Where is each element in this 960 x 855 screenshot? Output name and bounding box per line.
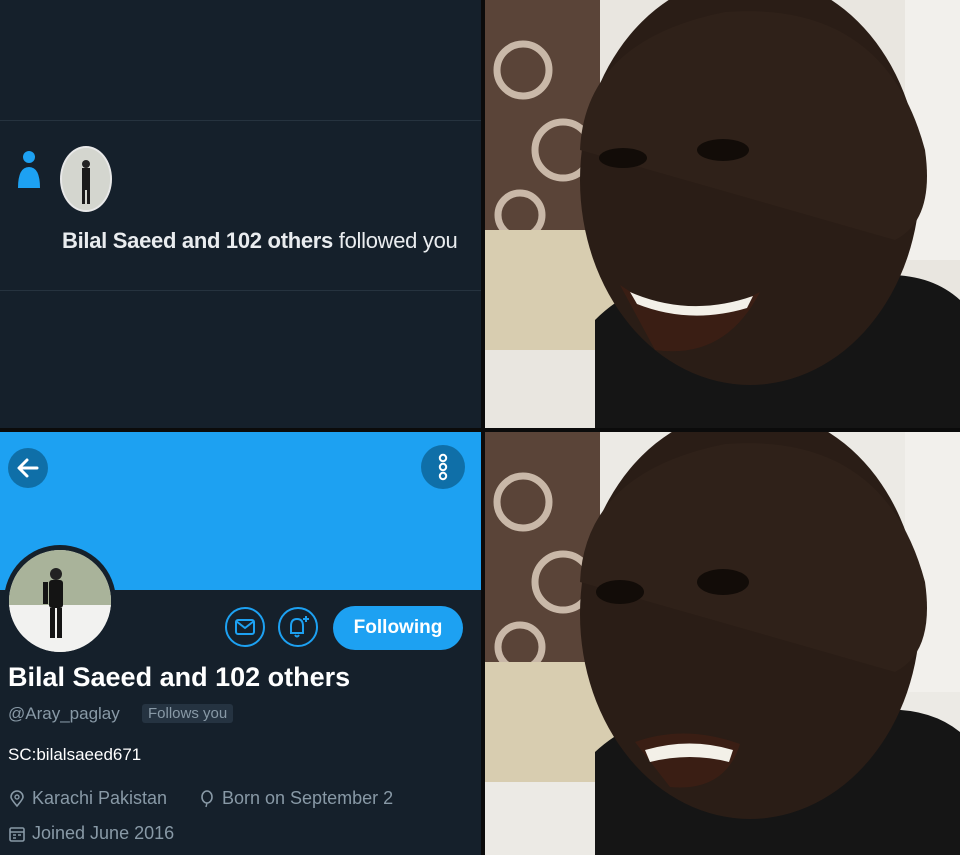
profile-joined: Joined June 2016 (8, 823, 174, 844)
profile-handle: @Aray_paglay (8, 704, 120, 723)
balloon-icon (201, 789, 213, 807)
notification-actor: Bilal Saeed (62, 228, 177, 253)
more-options-button[interactable] (421, 445, 465, 489)
back-arrow-icon (17, 458, 39, 478)
joined-text: Joined June 2016 (32, 823, 175, 843)
following-button[interactable]: Following (333, 606, 463, 650)
message-button[interactable] (225, 607, 265, 647)
divider-line (0, 120, 481, 121)
notification-text[interactable]: Bilal Saeed and 102 others followed you (62, 228, 458, 254)
profile-avatar[interactable] (4, 545, 116, 657)
person-icon (18, 151, 40, 188)
notification-action: followed you (338, 228, 458, 253)
back-button[interactable] (8, 448, 48, 488)
profile-location: Karachi Pakistan (8, 788, 167, 809)
birthday-text: Born on September 2 (222, 788, 394, 808)
mail-icon (235, 619, 255, 635)
reaction-photo-shocked (485, 432, 960, 855)
profile-photo (9, 550, 111, 652)
location-text: Karachi Pakistan (32, 788, 168, 808)
location-pin-icon (10, 789, 24, 807)
follows-you-badge: Follows you (142, 704, 234, 723)
notification-avatar[interactable] (60, 146, 112, 212)
more-options-icon (438, 453, 448, 481)
grid-divider-horizontal (0, 428, 960, 432)
bell-plus-icon (290, 616, 309, 638)
profile-figure (9, 550, 111, 652)
profile-panel: Following Bilal Saeed and 102 others @Ar… (0, 432, 481, 855)
profile-bio: SC:bilalsaeed671 (8, 745, 142, 764)
divider-line (0, 290, 481, 291)
profile-name: Bilal Saeed and 102 others (8, 662, 351, 692)
avatar-figure (62, 148, 110, 210)
reaction-photo-happy (485, 0, 960, 428)
notifications-button[interactable] (278, 607, 318, 647)
calendar-icon (9, 826, 25, 842)
profile-birthday: Born on September 2 (198, 788, 393, 809)
shocked-face-illustration (485, 432, 960, 855)
notification-rest: and 102 others (176, 228, 339, 253)
smiling-face-illustration (485, 0, 960, 428)
notification-panel: Bilal Saeed and 102 others followed you (0, 0, 481, 428)
